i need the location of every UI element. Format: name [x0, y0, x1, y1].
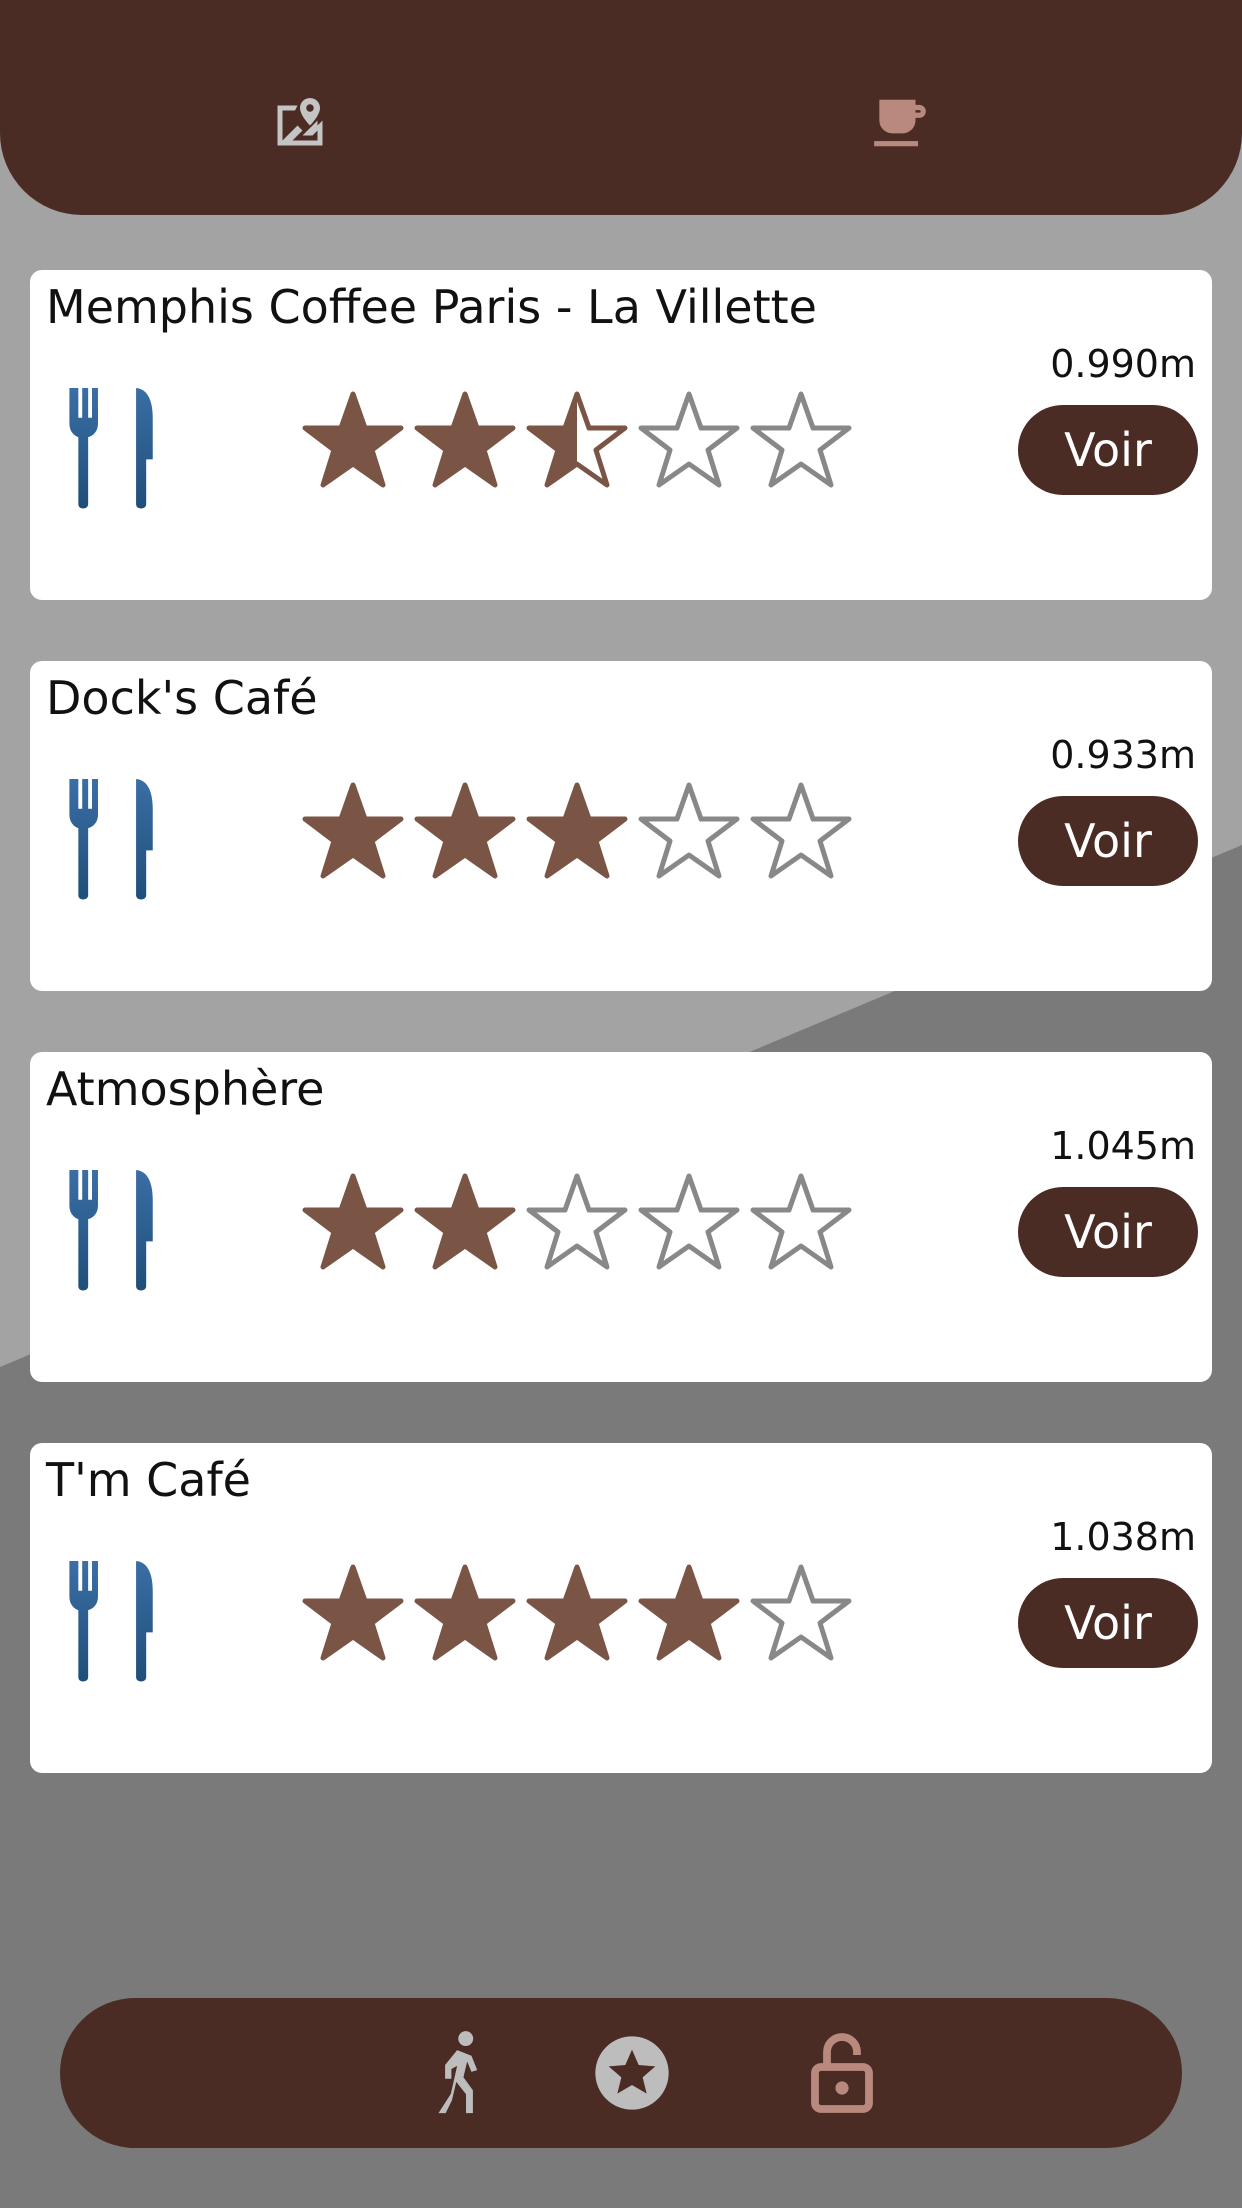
star-empty-icon [750, 1173, 852, 1270]
star-filled-icon [638, 1564, 740, 1661]
star-filled-icon [414, 782, 516, 879]
star-rating [300, 1558, 880, 1668]
place-name: Dock's Café [46, 671, 318, 725]
star-empty-icon [750, 1564, 852, 1661]
place-name: Memphis Coffee Paris - La Villette [46, 280, 817, 334]
place-card: T'm Café 1.038m Voir [30, 1443, 1212, 1773]
unlock-icon[interactable] [794, 2025, 890, 2121]
star-rating [300, 776, 880, 886]
place-card: Memphis Coffee Paris - La Villette 0.990m… [30, 270, 1212, 600]
star-empty-icon [638, 391, 740, 488]
star-rating [300, 385, 880, 495]
star-empty-icon [750, 391, 852, 488]
cutlery-icon [60, 1558, 180, 1683]
star-filled-icon [302, 1173, 404, 1270]
star-filled-icon [302, 391, 404, 488]
star-filled-icon [414, 391, 516, 488]
distance-label: 0.933m [1050, 733, 1196, 777]
top-navigation-bar [0, 0, 1242, 215]
star-empty-icon [638, 1173, 740, 1270]
map-location-icon[interactable] [265, 88, 335, 158]
distance-label: 0.990m [1050, 342, 1196, 386]
voir-button[interactable]: Voir [1018, 1578, 1198, 1668]
cutlery-icon [60, 776, 180, 901]
star-empty-icon [638, 782, 740, 879]
star-half-icon [526, 391, 628, 488]
star-filled-icon [526, 1564, 628, 1661]
distance-label: 1.038m [1050, 1515, 1196, 1559]
bottom-navigation-bar [60, 1998, 1182, 2148]
star-empty-icon [750, 782, 852, 879]
coffee-cup-icon[interactable] [865, 88, 935, 158]
place-card: Dock's Café 0.933m Voir [30, 661, 1212, 991]
star-filled-icon [526, 782, 628, 879]
star-circle-icon[interactable] [584, 2025, 680, 2121]
star-empty-icon [526, 1173, 628, 1270]
place-name: T'm Café [46, 1453, 251, 1507]
voir-button[interactable]: Voir [1018, 796, 1198, 886]
distance-label: 1.045m [1050, 1124, 1196, 1168]
place-card: Atmosphère 1.045m Voir [30, 1052, 1212, 1382]
place-name: Atmosphère [46, 1062, 325, 1116]
cutlery-icon [60, 1167, 180, 1292]
star-filled-icon [414, 1564, 516, 1661]
star-filled-icon [302, 1564, 404, 1661]
voir-button[interactable]: Voir [1018, 405, 1198, 495]
walking-person-icon[interactable] [412, 2025, 508, 2121]
star-filled-icon [414, 1173, 516, 1270]
star-rating [300, 1167, 880, 1277]
cutlery-icon [60, 385, 180, 510]
voir-button[interactable]: Voir [1018, 1187, 1198, 1277]
star-filled-icon [302, 782, 404, 879]
